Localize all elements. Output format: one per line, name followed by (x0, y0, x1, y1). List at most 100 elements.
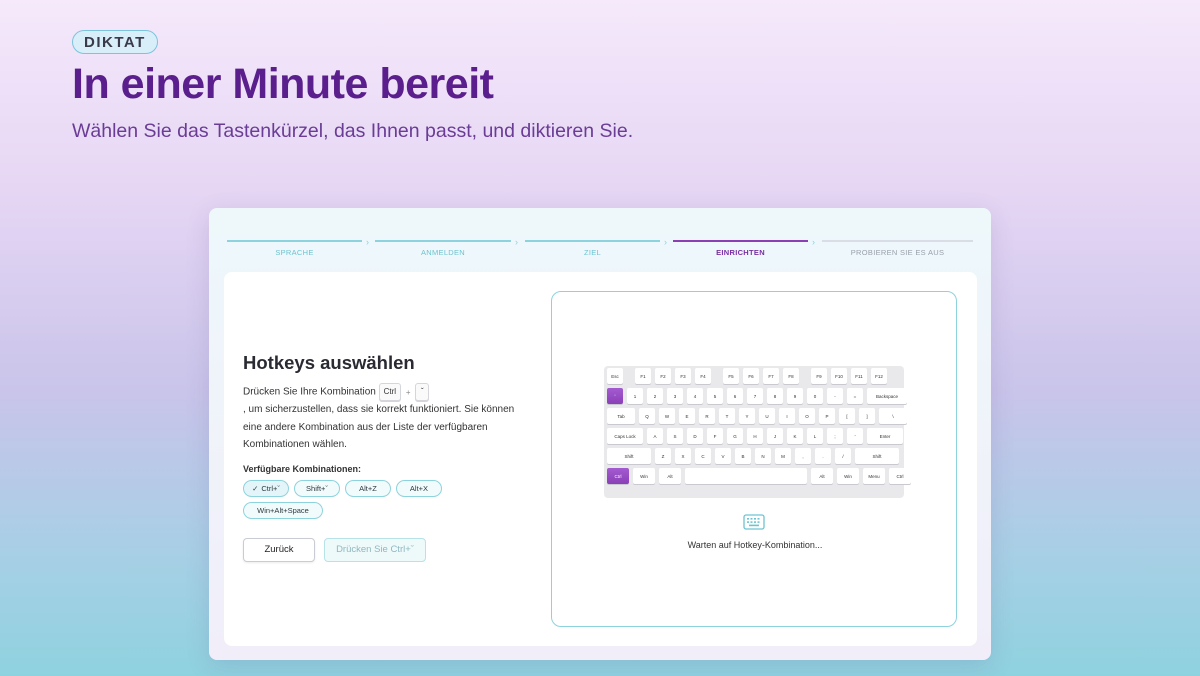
hero-badge: DIKTAT (72, 30, 158, 54)
keyboard-key: 2 (647, 388, 663, 404)
keyboard-key-space (685, 468, 807, 484)
setup-stepper: SPRACHE › ANMELDEN › ZIEL › EINRICHTEN ›… (227, 237, 973, 260)
combo-chip-shift-caron[interactable]: Shift+ˇ (294, 479, 340, 497)
section-title: Hotkeys auswählen (243, 352, 415, 373)
back-button[interactable]: Zurück (243, 537, 315, 562)
hotkey-settings: Hotkeys auswählen Drücken Sie Ihre Kombi… (243, 352, 523, 562)
next-button[interactable]: Drücken Sie Ctrl+ˇ (324, 537, 426, 562)
keyboard-key: Shift (855, 448, 899, 464)
keyboard-key: = (847, 388, 863, 404)
step-progress-bar (525, 240, 660, 242)
keyboard-key: F5 (723, 368, 739, 384)
combo-chip-label: Alt+X (409, 483, 429, 493)
keyboard-key: T (719, 408, 735, 424)
keyboard-key: Ctrl (607, 468, 629, 484)
step-anmelden[interactable]: ANMELDEN (375, 240, 511, 260)
keyboard-key: X (675, 448, 691, 464)
keyboard-key: F9 (811, 368, 827, 384)
step-einrichten[interactable]: EINRICHTEN (673, 240, 808, 260)
keyboard-key: V (715, 448, 731, 464)
keyboard-key: F8 (783, 368, 799, 384)
keyboard-key: R (699, 408, 715, 424)
step-probieren[interactable]: PROBIEREN SIE ES AUS (822, 240, 973, 260)
step-ziel[interactable]: ZIEL (525, 240, 660, 260)
keyboard-key: , (795, 448, 811, 464)
hotkey-status: Warten auf Hotkey-Kombination... (687, 540, 823, 550)
keyboard-key: Alt (659, 468, 681, 484)
keyboard-key: G (727, 428, 743, 444)
keyboard-key: D (687, 428, 703, 444)
combo-chip-win-alt-space[interactable]: Win+Alt+Space (243, 501, 323, 519)
combinations-heading: Verfügbare Kombinationen: (243, 463, 362, 474)
keyboard-key: ; (827, 428, 843, 444)
combo-chip-label: Shift+ˇ (306, 483, 328, 493)
chevron-right-icon: › (664, 237, 667, 247)
keyboard-key: F7 (763, 368, 779, 384)
check-icon: ✓ (252, 483, 259, 493)
app-window: SPRACHE › ANMELDEN › ZIEL › EINRICHTEN ›… (209, 208, 991, 660)
keyboard-key: F1 (635, 368, 651, 384)
keyboard-key: F2 (655, 368, 671, 384)
keyboard-key: W (659, 408, 675, 424)
combo-chip-ctrl-caron[interactable]: ✓ Ctrl+ˇ (243, 479, 289, 497)
keyboard-key: 5 (707, 388, 723, 404)
keyboard-key: B (735, 448, 751, 464)
keyboard-key: U (759, 408, 775, 424)
keyboard-key: - (827, 388, 843, 404)
keyboard-key: Enter (867, 428, 903, 444)
keyboard-key: N (755, 448, 771, 464)
instruction-text: Drücken Sie Ihre Kombination Ctrl + ˇ , … (243, 383, 523, 454)
keyboard-key: O (799, 408, 815, 424)
keyboard-key: K (787, 428, 803, 444)
keyboard-preview-card: Esc F1 F2 F3 F4 F5 F6 F7 F8 F9 F10 F11 F12 ˇ 1 2 3 4 5 6 7 8 9… (551, 291, 957, 627)
keyboard-key: F4 (695, 368, 711, 384)
keyboard-key: 9 (787, 388, 803, 404)
keyboard-key: Win (837, 468, 859, 484)
keyboard-key: F3 (675, 368, 691, 384)
keyboard-key: Win (633, 468, 655, 484)
keyboard-key: ' (847, 428, 863, 444)
instruction-before: Drücken Sie Ihre Kombination (243, 386, 376, 398)
keyboard-key: F6 (743, 368, 759, 384)
combo-chip-alt-x[interactable]: Alt+X (396, 479, 442, 497)
step-label: EINRICHTEN (716, 248, 765, 257)
combo-chip-label: Ctrl+ˇ (261, 483, 280, 493)
keyboard-preview: Esc F1 F2 F3 F4 F5 F6 F7 F8 F9 F10 F11 F12 ˇ 1 2 3 4 5 6 7 8 9… (604, 366, 911, 498)
instruction-after: , um sicherzustellen, dass sie korrekt f… (243, 404, 515, 451)
combo-plus: + (405, 387, 411, 397)
step-label: ZIEL (583, 248, 602, 257)
keyboard-key: ] (859, 408, 875, 424)
keyboard-key: . (815, 448, 831, 464)
keyboard-icon (743, 514, 765, 530)
keyboard-key: L (807, 428, 823, 444)
step-label: ANMELDEN (420, 248, 466, 257)
keyboard-key: H (747, 428, 763, 444)
step-progress-bar (822, 240, 973, 242)
setup-panel: Hotkeys auswählen Drücken Sie Ihre Kombi… (224, 272, 977, 646)
keyboard-key: Shift (607, 448, 651, 464)
keyboard-key: S (667, 428, 683, 444)
keyboard-key: 1 (627, 388, 643, 404)
keyboard-key: ˇ (607, 388, 623, 404)
keyboard-key: 6 (727, 388, 743, 404)
hero-subtitle: Wählen Sie das Tastenkürzel, das Ihnen p… (72, 120, 634, 142)
keyboard-key: Q (639, 408, 655, 424)
chevron-right-icon: › (515, 237, 518, 247)
keyboard-key: 4 (687, 388, 703, 404)
step-sprache[interactable]: SPRACHE (227, 240, 362, 260)
combination-list: ✓ Ctrl+ˇ Shift+ˇ Alt+Z Alt+X Win+Alt+Spa… (243, 479, 523, 519)
keyboard-key: A (647, 428, 663, 444)
keyboard-key: 8 (767, 388, 783, 404)
keyboard-key: \ (879, 408, 907, 424)
chevron-right-icon: › (366, 237, 369, 247)
keyboard-key: F (707, 428, 723, 444)
combo-chip-alt-z[interactable]: Alt+Z (345, 479, 391, 497)
keyboard-key: Backspace (867, 388, 907, 404)
keyboard-key: 0 (807, 388, 823, 404)
keyboard-key: / (835, 448, 851, 464)
keyboard-key: F12 (871, 368, 887, 384)
combo-chip-label: Alt+Z (359, 483, 377, 493)
keyboard-key: M (775, 448, 791, 464)
chevron-right-icon: › (812, 237, 815, 247)
action-buttons: Zurück Drücken Sie Ctrl+ˇ (243, 537, 523, 562)
